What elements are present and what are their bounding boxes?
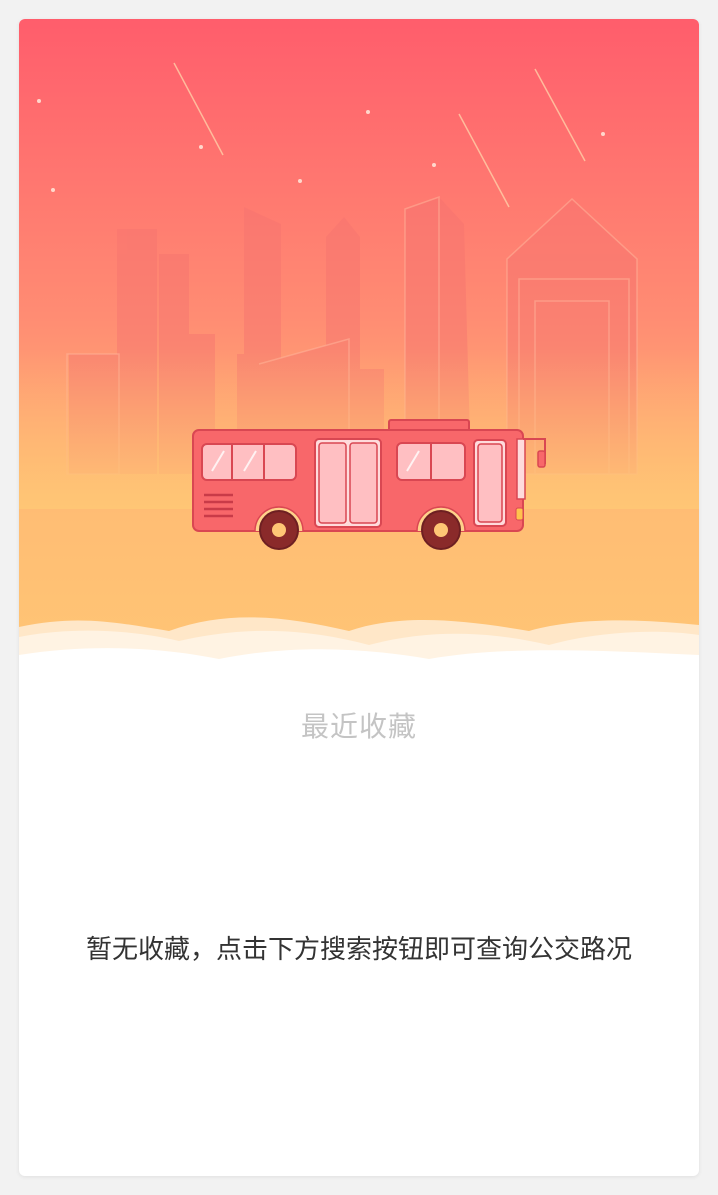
bus-illustration — [192, 419, 546, 550]
empty-state-message: 暂无收藏，点击下方搜索按钮即可查询公交路况 — [85, 935, 632, 965]
hero-illustration — [19, 19, 699, 679]
favorites-card: 最近收藏 暂无收藏，点击下方搜索按钮即可查询公交路况 — [19, 19, 699, 1176]
section-title: 最近收藏 — [300, 710, 417, 743]
